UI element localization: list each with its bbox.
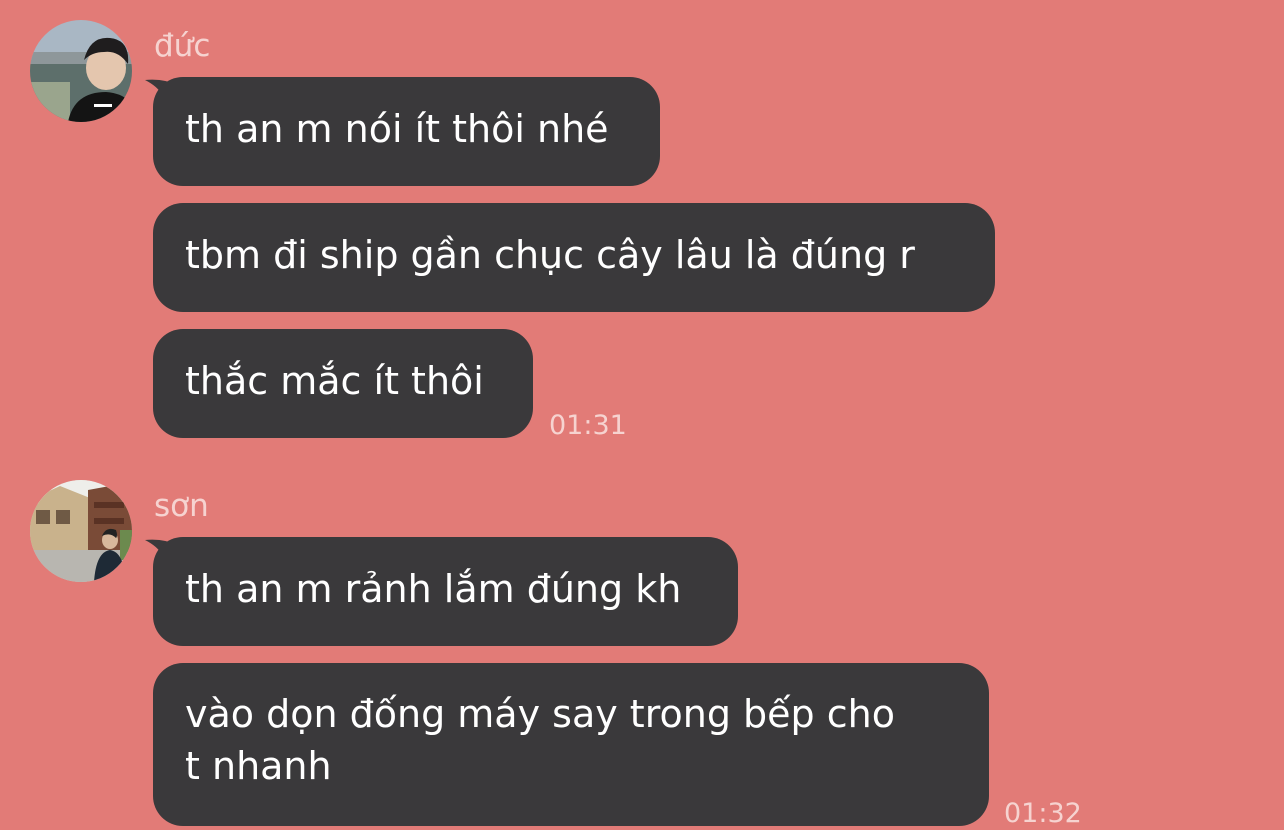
message-timestamp: 01:32 — [1004, 798, 1082, 829]
message-bubble[interactable]: th an m nói ít thôi nhé — [153, 77, 660, 186]
message-bubble[interactable]: th an m rảnh lắm đúng kh — [153, 537, 738, 646]
sender-name: đức — [154, 28, 211, 64]
message-bubble[interactable]: thắc mắc ít thôi — [153, 329, 533, 438]
sender-name: sơn — [154, 488, 209, 524]
message-text-line: t nhanh — [185, 744, 332, 788]
message-bubble[interactable]: vào dọn đống máy say trong bếp cho t nha… — [153, 663, 989, 826]
message-text: th an m rảnh lắm đúng kh — [185, 567, 682, 611]
profile-photo-duc — [30, 20, 132, 122]
avatar-duc[interactable] — [30, 20, 132, 122]
avatar-son[interactable] — [30, 480, 132, 582]
message-text: thắc mắc ít thôi — [185, 359, 484, 403]
message-list: đức th an m nói ít thôi nhé tbm đi ship … — [0, 0, 1284, 829]
message-text: tbm đi ship gần chục cây lâu là đúng r — [185, 233, 915, 277]
message-text: th an m nói ít thôi nhé — [185, 107, 609, 151]
message-bubble[interactable]: tbm đi ship gần chục cây lâu là đúng r — [153, 203, 995, 312]
chat-screen: { "theme": { "background": "#E27B77", "b… — [0, 0, 1284, 829]
message-timestamp: 01:31 — [549, 410, 627, 441]
profile-photo-son — [30, 480, 132, 582]
message-text-line: vào dọn đống máy say trong bếp cho — [185, 692, 895, 736]
